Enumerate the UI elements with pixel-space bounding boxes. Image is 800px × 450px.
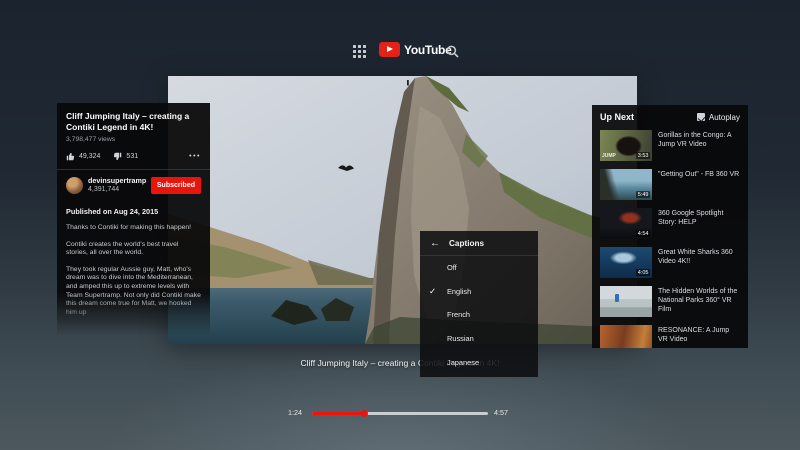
- video-info-panel: Cliff Jumping Italy – creating a Contiki…: [57, 103, 210, 335]
- captions-menu: ← Captions Off ✓ English French Russian …: [420, 231, 538, 377]
- description-paragraph: Thanks to Contiki for making this happen…: [66, 224, 201, 233]
- channel-name: devinsupertramp: [88, 177, 146, 186]
- up-next-item[interactable]: The Hidden Worlds of the National Parks …: [600, 286, 740, 317]
- thumbnail-coast[interactable]: 5:49: [600, 169, 652, 200]
- up-next-item-title: Gorillas in the Congo: A Jump VR Video: [658, 130, 740, 161]
- caption-option-off[interactable]: Off: [420, 256, 538, 280]
- up-next-item-title: Great White Sharks 360 Video 4K!!: [658, 247, 740, 278]
- youtube-wordmark: YouTube: [404, 43, 451, 57]
- thumb-up-icon[interactable]: [66, 152, 75, 161]
- video-frame-cliff-scene: [168, 76, 637, 344]
- up-next-title: Up Next: [600, 112, 634, 122]
- autoplay-checkbox-icon[interactable]: [697, 113, 705, 121]
- caption-option-russian[interactable]: Russian: [420, 327, 538, 351]
- up-next-panel: Up Next Autoplay JUMP 3:53 Gorillas in t…: [592, 105, 748, 348]
- published-date: Published on Aug 24, 2015: [66, 207, 201, 216]
- up-next-item-title: "Getting Out" - FB 360 VR: [658, 169, 739, 200]
- duration-badge: 4:05: [636, 269, 650, 276]
- divider: [57, 169, 210, 170]
- more-actions-button[interactable]: •••: [189, 153, 201, 160]
- video-title: Cliff Jumping Italy – creating a Contiki…: [66, 111, 201, 133]
- captions-menu-title: Captions: [449, 239, 484, 248]
- check-icon: ✓: [429, 286, 436, 297]
- up-next-item[interactable]: JUMP 3:53 Gorillas in the Congo: A Jump …: [600, 130, 740, 161]
- description-paragraph: They took regular Aussie guy, Matt, who'…: [66, 266, 201, 318]
- up-next-item[interactable]: 4:54 360 Google Spotlight Story: HELP: [600, 208, 740, 239]
- vr-environment: YouTube: [0, 0, 800, 450]
- elapsed-time: 1:24: [288, 408, 302, 417]
- duration-badge: 4:54: [636, 230, 650, 237]
- seek-scrubber[interactable]: [361, 410, 368, 417]
- up-next-item-title: RESONANCE: A Jump VR Video: [658, 325, 740, 348]
- progress-row: 1:24 4:57: [0, 405, 800, 419]
- up-next-item-title: 360 Google Spotlight Story: HELP: [658, 208, 740, 239]
- video-player-surface[interactable]: [168, 76, 637, 344]
- caption-option-english[interactable]: ✓ English: [420, 280, 538, 304]
- up-next-item[interactable]: 5:49 "Getting Out" - FB 360 VR: [600, 169, 740, 200]
- apps-grid-icon[interactable]: [353, 45, 366, 58]
- thumbnail-resonance[interactable]: [600, 325, 652, 348]
- up-next-item[interactable]: 4:05 Great White Sharks 360 Video 4K!!: [600, 247, 740, 278]
- subscribed-button[interactable]: Subscribed: [151, 177, 201, 194]
- dislike-count[interactable]: 531: [126, 153, 138, 160]
- autoplay-toggle[interactable]: Autoplay: [697, 113, 740, 122]
- player-overlay-title: Cliff Jumping Italy – creating a Contiki…: [0, 358, 800, 368]
- youtube-logo[interactable]: YouTube: [379, 42, 451, 57]
- seek-bar[interactable]: [312, 412, 488, 415]
- back-arrow-icon[interactable]: ←: [430, 238, 440, 249]
- description-paragraph: Contiki creates the world's best travel …: [66, 241, 201, 258]
- search-icon[interactable]: [446, 45, 459, 58]
- thumbnail-help[interactable]: 4:54: [600, 208, 652, 239]
- caption-option-french[interactable]: French: [420, 303, 538, 327]
- channel-avatar[interactable]: [66, 177, 83, 194]
- youtube-play-icon: [379, 42, 400, 57]
- up-next-item-title: The Hidden Worlds of the National Parks …: [658, 286, 740, 317]
- jump-watermark: JUMP: [602, 153, 616, 159]
- caption-option-japanese[interactable]: Japanese: [420, 350, 538, 374]
- duration-badge: 5:49: [636, 191, 650, 198]
- seek-bar-fill: [312, 412, 365, 415]
- thumbnail-shark[interactable]: 4:05: [600, 247, 652, 278]
- thumb-down-icon[interactable]: [113, 152, 122, 161]
- total-time: 4:57: [494, 408, 508, 417]
- thumbnail-beach[interactable]: [600, 286, 652, 317]
- channel-subscribers: 4,391,744: [88, 186, 146, 195]
- top-bar: YouTube: [0, 0, 800, 26]
- thumbnail-gorilla[interactable]: JUMP 3:53: [600, 130, 652, 161]
- like-count[interactable]: 49,324: [79, 153, 100, 160]
- channel-row[interactable]: devinsupertramp 4,391,744 Subscribed: [66, 177, 201, 194]
- duration-badge: 3:53: [636, 152, 650, 159]
- cliff-jumper-figure: [407, 80, 409, 86]
- view-count: 3,798,477 views: [66, 136, 201, 143]
- autoplay-label: Autoplay: [709, 113, 740, 122]
- up-next-item[interactable]: RESONANCE: A Jump VR Video: [600, 325, 740, 348]
